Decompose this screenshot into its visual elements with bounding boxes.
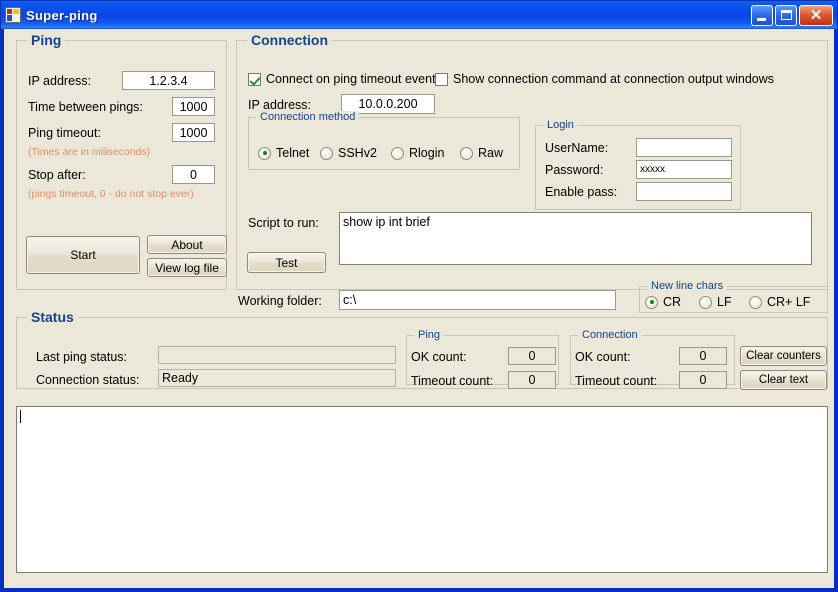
client-area: Ping IP address: Time between pings: Pin… xyxy=(4,29,834,588)
show-connection-command-checkbox[interactable]: Show connection command at connection ou… xyxy=(435,72,774,86)
close-icon: ✕ xyxy=(809,6,823,24)
clear-counters-button[interactable]: Clear counters xyxy=(740,346,827,366)
script-to-run-textarea[interactable] xyxy=(339,212,812,265)
ping-ok-count-value xyxy=(508,347,556,365)
script-to-run-label: Script to run: xyxy=(248,216,319,230)
radio-raw[interactable]: Raw xyxy=(460,146,503,160)
radio-unselected-icon xyxy=(749,295,762,309)
enable-pass-label: Enable pass: xyxy=(545,185,618,199)
connection-group-title: Connection xyxy=(247,32,332,48)
connection-method-title: Connection method xyxy=(256,111,360,123)
password-label: Password: xyxy=(545,163,604,177)
new-line-chars-title: New line chars xyxy=(647,280,728,292)
ping-timeout-label: Ping timeout: xyxy=(28,126,101,140)
connect-on-ping-timeout-label: Connect on ping timeout event xyxy=(266,72,436,86)
radio-crlf-label: CR+ LF xyxy=(767,295,811,309)
radio-unselected-icon xyxy=(391,146,404,160)
radio-lf[interactable]: LF xyxy=(699,295,732,309)
connect-on-ping-timeout-checkbox[interactable]: Connect on ping timeout event xyxy=(248,72,436,86)
app-icon xyxy=(5,7,21,23)
close-button[interactable]: ✕ xyxy=(799,4,833,26)
stop-after-input[interactable] xyxy=(172,165,215,184)
checkbox-checked-icon xyxy=(248,72,261,86)
radio-rlogin[interactable]: Rlogin xyxy=(391,146,444,160)
last-ping-status-label: Last ping status: xyxy=(36,350,128,364)
window-title: Super-ping xyxy=(26,7,98,23)
times-units-hint: (Times are in miliseconds) xyxy=(28,146,151,158)
login-group-title: Login xyxy=(543,119,578,131)
radio-lf-label: LF xyxy=(717,295,732,309)
connection-timeout-count-value xyxy=(679,371,727,389)
connection-counters-title: Connection xyxy=(578,329,642,341)
radio-telnet-label: Telnet xyxy=(276,146,310,160)
ping-group-title: Ping xyxy=(27,32,66,48)
working-folder-label: Working folder: xyxy=(238,294,322,308)
connection-ok-count-value xyxy=(679,347,727,365)
connection-ok-count-label: OK count: xyxy=(575,350,631,364)
radio-crlf[interactable]: CR+ LF xyxy=(749,295,810,309)
radio-cr[interactable]: CR xyxy=(645,295,681,309)
radio-sshv2-label: SSHv2 xyxy=(338,146,377,160)
connection-status-field xyxy=(158,369,396,387)
password-input[interactable] xyxy=(636,160,732,179)
maximize-button[interactable] xyxy=(775,4,797,26)
title-bar: Super-ping ✕ xyxy=(1,1,837,29)
caption-buttons: ✕ xyxy=(751,4,833,26)
ping-ip-label: IP address: xyxy=(28,74,92,88)
test-button[interactable]: Test xyxy=(247,252,326,273)
minimize-icon xyxy=(757,17,766,21)
radio-sshv2[interactable]: SSHv2 xyxy=(320,146,377,160)
text-caret xyxy=(20,410,21,423)
ping-timeout-count-value xyxy=(508,371,556,389)
ping-timeout-count-label: Timeout count: xyxy=(411,374,494,388)
connection-status-label: Connection status: xyxy=(36,373,140,387)
radio-unselected-icon xyxy=(320,146,333,160)
start-button[interactable]: Start xyxy=(26,236,140,274)
output-textarea[interactable] xyxy=(16,406,828,573)
about-button[interactable]: About xyxy=(147,235,227,254)
stop-after-label: Stop after: xyxy=(28,168,86,182)
ping-counters-title: Ping xyxy=(414,329,445,341)
radio-rlogin-label: Rlogin xyxy=(409,146,445,160)
radio-raw-label: Raw xyxy=(478,146,504,160)
maximize-icon xyxy=(781,9,792,20)
username-label: UserName: xyxy=(545,141,609,155)
radio-selected-icon xyxy=(258,146,271,160)
time-between-pings-input[interactable] xyxy=(172,97,215,116)
username-input[interactable] xyxy=(636,138,732,157)
clear-text-button[interactable]: Clear text xyxy=(740,370,827,390)
working-folder-input[interactable] xyxy=(339,290,616,310)
connection-timeout-count-label: Timeout count: xyxy=(575,374,658,388)
stop-after-hint: (pings timeout, 0 - do not stop ever) xyxy=(28,188,194,200)
enable-pass-input[interactable] xyxy=(636,182,732,201)
ping-timeout-input[interactable] xyxy=(172,123,215,142)
show-connection-command-label: Show connection command at connection ou… xyxy=(453,72,775,86)
ping-ok-count-label: OK count: xyxy=(411,350,467,364)
radio-unselected-icon xyxy=(699,295,712,309)
minimize-button[interactable] xyxy=(751,4,773,26)
connection-ip-label: IP address: xyxy=(248,98,312,112)
radio-selected-icon xyxy=(645,295,658,309)
view-log-file-button[interactable]: View log file xyxy=(147,258,227,277)
radio-telnet[interactable]: Telnet xyxy=(258,146,309,160)
last-ping-status-field xyxy=(158,346,396,364)
radio-unselected-icon xyxy=(460,146,473,160)
time-between-pings-label: Time between pings: xyxy=(28,100,143,114)
application-window: Super-ping ✕ Ping IP address: Time betwe… xyxy=(0,0,838,592)
checkbox-unchecked-icon xyxy=(435,72,448,86)
status-group-title: Status xyxy=(27,309,78,325)
radio-cr-label: CR xyxy=(663,295,682,309)
connection-method-group: Connection method xyxy=(248,111,520,170)
ping-ip-input[interactable] xyxy=(122,71,215,90)
